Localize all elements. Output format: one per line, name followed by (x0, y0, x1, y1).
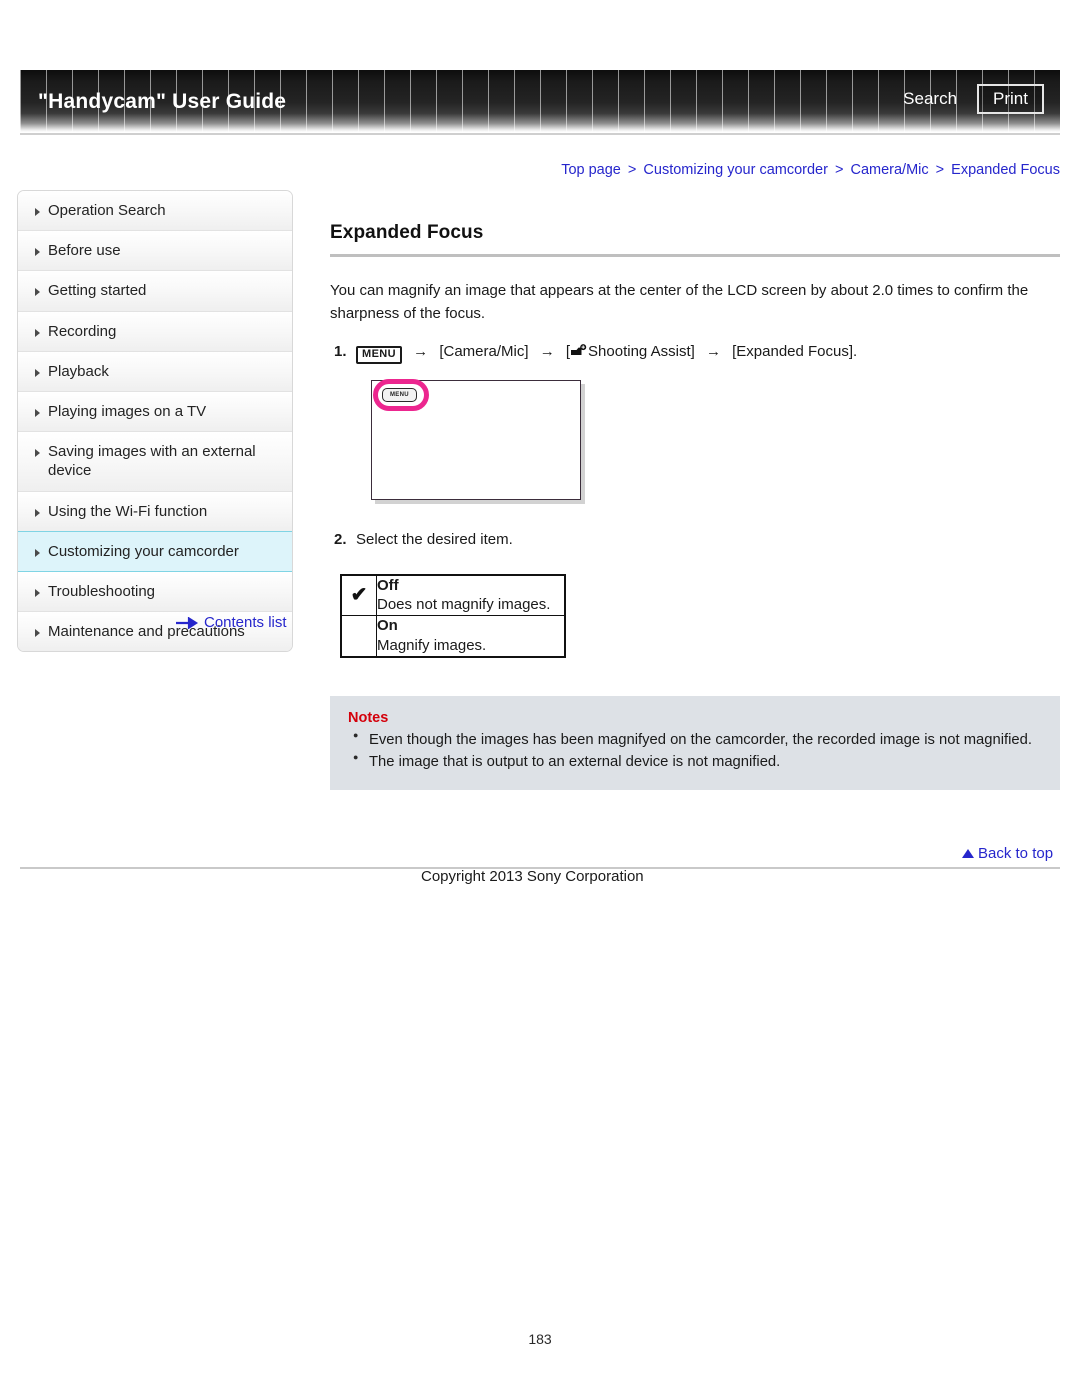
sidebar-item-label: Before use (48, 242, 121, 260)
options-table: ✔ Off Does not magnify images. On Magnif… (340, 573, 566, 658)
sidebar-item-operation-search[interactable]: Operation Search (18, 191, 292, 232)
sidebar-item-label: Saving images with an external device (48, 443, 256, 480)
breadcrumb-separator: > (627, 162, 637, 178)
step-1-camera-mic: [Camera/Mic] (439, 342, 529, 360)
sidebar-item-getting-started[interactable]: Getting started (18, 271, 292, 312)
breadcrumb-separator: > (834, 162, 844, 178)
breadcrumb-item-customizing[interactable]: Customizing your camcorder (643, 162, 828, 178)
main-content: Expanded Focus You can magnify an image … (330, 222, 1060, 790)
sidebar-item-saving-images-external-device[interactable]: Saving images with an external device (18, 432, 292, 492)
arrow-right-icon (176, 615, 200, 630)
arrow-icon: → (539, 342, 555, 360)
option-checkmark-on (340, 615, 377, 658)
option-name: Off (377, 576, 399, 594)
option-checkmark-off: ✔ (340, 573, 377, 617)
list-item: The image that is output to an external … (348, 751, 1042, 773)
option-name: On (377, 617, 398, 635)
lcd-screen-illustration: MENU (371, 378, 587, 506)
sidebar-item-label: Playing images on a TV (48, 402, 207, 420)
sidebar-item-playback[interactable]: Playback (18, 351, 292, 392)
page-number: 183 (528, 1331, 552, 1347)
sidebar-item-label: Operation Search (48, 202, 166, 219)
copyright-text: Copyright 2013 Sony Corporation (421, 868, 644, 885)
title-divider (330, 254, 1060, 257)
print-button[interactable]: Print (977, 84, 1044, 114)
step-1-shooting-assist: Shooting Assist] (588, 342, 695, 360)
step-1-number: 1. (334, 342, 347, 360)
step-2: 2. Select the desired item. (330, 528, 1060, 552)
header-banner: "Handycam" User Guide Search Print (20, 70, 1060, 132)
sidebar-item-label: Using the Wi-Fi function (48, 502, 208, 520)
arrow-icon: → (413, 342, 429, 360)
breadcrumb-item-camera-mic[interactable]: Camera/Mic (850, 162, 928, 178)
app-title: "Handycam" User Guide (38, 90, 287, 113)
breadcrumb: Top page > Customizing your camcorder > … (561, 162, 1060, 178)
contents-list-label: Contents list (204, 614, 287, 631)
sidebar-item-before-use[interactable]: Before use (18, 231, 292, 272)
sidebar: Operation Search Before use Getting star… (17, 190, 293, 653)
notes-title: Notes (348, 709, 389, 726)
search-button[interactable]: Search (897, 86, 963, 112)
shooting-assist-camera-icon (570, 342, 587, 366)
sidebar-item-troubleshooting[interactable]: Troubleshooting (18, 571, 292, 613)
back-to-top-link[interactable]: Back to top (962, 845, 1053, 862)
sidebar-item-customizing-your-camcorder[interactable]: Customizing your camcorder (18, 530, 292, 572)
option-description: Magnify images. (377, 636, 487, 654)
contents-list-link[interactable]: Contents list (176, 614, 287, 631)
arrow-icon: → (705, 342, 721, 360)
breadcrumb-item-top-page[interactable]: Top page (561, 162, 621, 178)
lcd-screen-frame: MENU (371, 378, 581, 500)
menu-button-icon: MENU (356, 345, 402, 365)
breadcrumb-separator: > (935, 162, 945, 178)
menu-highlight-ring (373, 378, 429, 411)
option-cell-off: Off Does not magnify images. (376, 573, 566, 617)
notes-list: Even though the images has been magnifye… (348, 729, 1042, 773)
intro-paragraph: You can magnify an image that appears at… (330, 282, 1029, 323)
sidebar-item-label: Customizing your camcorder (48, 542, 239, 560)
step-2-text: Select the desired item. (356, 530, 513, 548)
header-underline (20, 133, 1060, 135)
header-actions: Search Print (897, 84, 1044, 114)
page-title: Expanded Focus (330, 222, 484, 243)
step-1: 1. MENU → [Camera/Mic] → [Shooting Assis… (330, 340, 1060, 366)
sidebar-item-playing-images-on-a-tv[interactable]: Playing images on a TV (18, 391, 292, 433)
table-row[interactable]: On Magnify images. (340, 615, 566, 658)
sidebar-item-label: Getting started (48, 282, 147, 300)
table-row[interactable]: ✔ Off Does not magnify images. (340, 573, 566, 617)
option-description: Does not magnify images. (377, 596, 551, 614)
step-1-body: MENU → [Camera/Mic] → [Shooting Assist] … (356, 340, 1060, 366)
notes-box: Notes Even though the images has been ma… (330, 695, 1060, 790)
sidebar-item-recording[interactable]: Recording (18, 311, 292, 352)
option-cell-on: On Magnify images. (376, 615, 566, 658)
sidebar-item-label: Playback (48, 362, 109, 380)
back-to-top-label: Back to top (978, 845, 1054, 862)
list-item: Even though the images has been magnifye… (348, 729, 1042, 751)
sidebar-item-label: Recording (48, 322, 117, 340)
sidebar-item-using-wifi-function[interactable]: Using the Wi-Fi function (18, 491, 292, 532)
step-1-expanded-focus: [Expanded Focus]. (732, 342, 858, 360)
breadcrumb-item-expanded-focus[interactable]: Expanded Focus (951, 162, 1060, 178)
sidebar-item-label: Troubleshooting (48, 582, 156, 600)
triangle-up-icon (962, 849, 974, 858)
step-2-number: 2. (334, 530, 347, 548)
